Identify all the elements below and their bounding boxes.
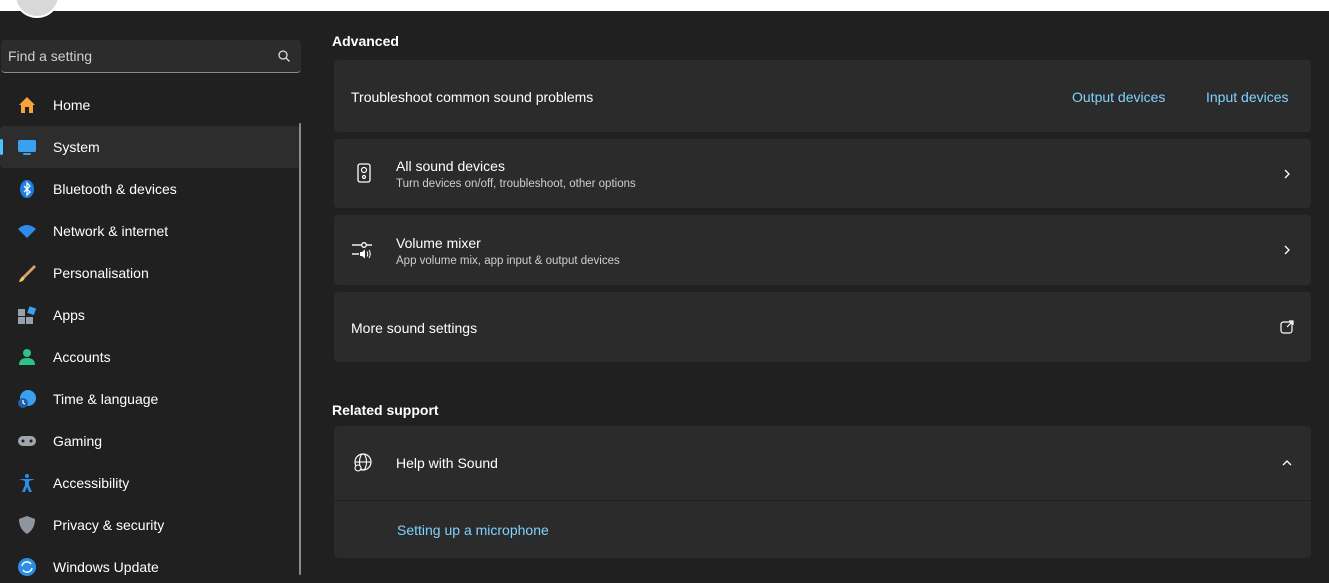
all-sound-devices-subtitle: Turn devices on/off, troubleshoot, other… — [396, 178, 636, 190]
sidebar-item-windows-update[interactable]: Windows Update — [0, 546, 300, 583]
sidebar-item-label: Home — [53, 97, 91, 113]
shield-icon — [19, 516, 35, 534]
section-title-related-support: Related support — [332, 402, 439, 418]
sidebar-item-label: Personalisation — [53, 265, 149, 281]
sidebar-item-accounts[interactable]: Accounts — [0, 336, 300, 378]
brush-icon — [19, 265, 36, 282]
speaker-icon — [357, 163, 371, 183]
sidebar-item-system[interactable]: System — [0, 126, 300, 168]
sidebar-item-label: Accessibility — [53, 475, 130, 491]
output-devices-link[interactable]: Output devices — [1072, 89, 1165, 105]
section-title-advanced: Advanced — [332, 33, 399, 49]
sidebar-item-gaming[interactable]: Gaming — [0, 420, 300, 462]
help-with-sound-title: Help with Sound — [396, 455, 498, 471]
sidebar-item-personalisation[interactable]: Personalisation — [0, 252, 300, 294]
sidebar-item-label: Apps — [53, 307, 85, 323]
sidebar-item-label: System — [53, 139, 100, 155]
update-icon — [18, 558, 36, 576]
more-sound-settings-card[interactable]: More sound settings — [334, 292, 1311, 362]
home-icon — [19, 97, 35, 113]
sidebar-item-bluetooth[interactable]: Bluetooth & devices — [0, 168, 300, 210]
chevron-right-icon — [1284, 245, 1290, 255]
sidebar-nav: Home System Bluetooth & devices Network … — [0, 84, 300, 583]
all-sound-devices-card[interactable]: All sound devices Turn devices on/off, t… — [334, 139, 1311, 208]
sidebar-item-label: Bluetooth & devices — [53, 181, 177, 197]
sidebar-item-label: Time & language — [53, 391, 159, 407]
help-with-sound-header[interactable]: Help with Sound — [334, 426, 1311, 500]
search-icon[interactable] — [277, 49, 291, 63]
search-placeholder: Find a setting — [8, 48, 93, 64]
troubleshoot-card: Troubleshoot common sound problems Outpu… — [334, 60, 1311, 132]
wifi-icon — [18, 225, 36, 238]
sidebar-item-accessibility[interactable]: Accessibility — [0, 462, 300, 504]
sidebar-item-label: Privacy & security — [53, 517, 165, 533]
volume-mixer-card[interactable]: Volume mixer App volume mix, app input &… — [334, 215, 1311, 285]
sidebar-item-label: Gaming — [53, 433, 103, 449]
account-icon — [19, 349, 35, 365]
top-strip — [0, 0, 1329, 11]
active-indicator — [0, 139, 3, 155]
sidebar: Find a setting Home System Bluetooth & d… — [0, 11, 305, 583]
volume-mixer-subtitle: App volume mix, app input & output devic… — [396, 255, 620, 267]
gamepad-icon — [18, 436, 36, 446]
chevron-up-icon[interactable] — [1281, 457, 1293, 469]
sidebar-scrollbar[interactable] — [299, 123, 301, 575]
apps-icon — [18, 306, 37, 324]
volume-mixer-title: Volume mixer — [396, 235, 481, 251]
sidebar-item-home[interactable]: Home — [0, 84, 300, 126]
input-devices-link[interactable]: Input devices — [1206, 89, 1289, 105]
sidebar-item-label: Windows Update — [53, 559, 159, 575]
sidebar-item-time-language[interactable]: Time & language — [0, 378, 300, 420]
sidebar-item-privacy[interactable]: Privacy & security — [0, 504, 300, 546]
system-icon — [18, 140, 36, 155]
bluetooth-icon — [20, 180, 34, 198]
search-input[interactable]: Find a setting — [1, 40, 301, 73]
open-external-icon — [1280, 320, 1294, 334]
globe-clock-icon — [18, 390, 36, 408]
chevron-right-icon — [1284, 169, 1290, 179]
sidebar-item-apps[interactable]: Apps — [0, 294, 300, 336]
troubleshoot-label: Troubleshoot common sound problems — [351, 89, 594, 105]
help-with-sound-content: Setting up a microphone — [334, 501, 1311, 558]
sidebar-item-label: Accounts — [53, 349, 111, 365]
accessibility-icon — [19, 474, 35, 492]
more-sound-settings-label: More sound settings — [351, 320, 478, 336]
sidebar-item-network[interactable]: Network & internet — [0, 210, 300, 252]
help-globe-icon — [354, 453, 372, 472]
volume-mixer-icon — [352, 242, 372, 259]
all-sound-devices-title: All sound devices — [396, 158, 505, 174]
setting-up-microphone-link[interactable]: Setting up a microphone — [397, 522, 549, 538]
sidebar-item-label: Network & internet — [53, 223, 169, 239]
